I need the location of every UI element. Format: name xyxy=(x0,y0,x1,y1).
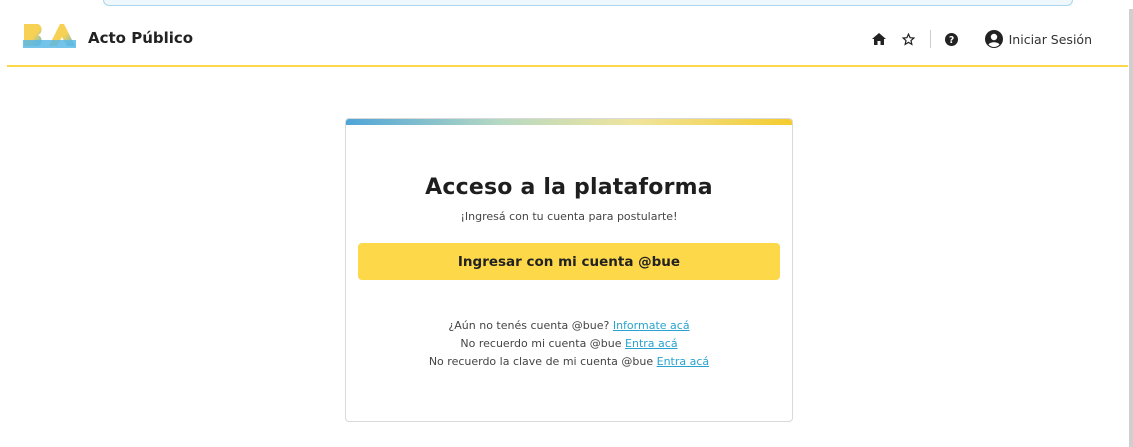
login-card: Acceso a la plataforma ¡Ingresá con tu c… xyxy=(345,118,793,422)
top-banner-strip xyxy=(103,0,1073,6)
help-links: ¿Aún no tenés cuenta @bue? Informate acá… xyxy=(346,317,792,371)
info-link[interactable]: Informate acá xyxy=(613,319,690,332)
nav-actions: ? Iniciar Sesión xyxy=(864,27,1128,51)
help-line: No recuerdo la clave de mi cuenta @bue E… xyxy=(346,353,792,371)
login-bue-button[interactable]: Ingresar con mi cuenta @bue xyxy=(358,243,780,280)
scrollbar[interactable] xyxy=(1129,9,1133,447)
recover-account-link[interactable]: Entra acá xyxy=(625,337,678,350)
login-label: Iniciar Sesión xyxy=(1008,31,1092,47)
home-icon[interactable] xyxy=(870,30,888,48)
card-subtitle: ¡Ingresá con tu cuenta para postularte! xyxy=(460,210,678,223)
ba-logo[interactable] xyxy=(23,22,76,48)
recover-password-link[interactable]: Entra acá xyxy=(657,355,710,368)
help-text: No recuerdo la clave de mi cuenta @bue xyxy=(428,355,654,368)
svg-text:?: ? xyxy=(949,35,954,46)
navbar: Acto Público ? Iniciar Sesión xyxy=(7,9,1128,67)
help-line: No recuerdo mi cuenta @bue Entra acá xyxy=(346,335,792,353)
login-button[interactable]: Iniciar Sesión xyxy=(984,30,1092,48)
user-circle-icon xyxy=(984,30,1003,48)
help-text: No recuerdo mi cuenta @bue xyxy=(460,337,622,350)
help-line: ¿Aún no tenés cuenta @bue? Informate acá xyxy=(346,317,792,335)
card-title: Acceso a la plataforma xyxy=(425,175,713,200)
help-text: ¿Aún no tenés cuenta @bue? xyxy=(448,319,610,332)
nav-divider xyxy=(929,30,931,48)
star-icon[interactable] xyxy=(900,30,918,48)
brand-title[interactable]: Acto Público xyxy=(88,29,193,47)
card-gradient-bar xyxy=(346,119,792,125)
question-icon[interactable]: ? xyxy=(943,30,961,48)
